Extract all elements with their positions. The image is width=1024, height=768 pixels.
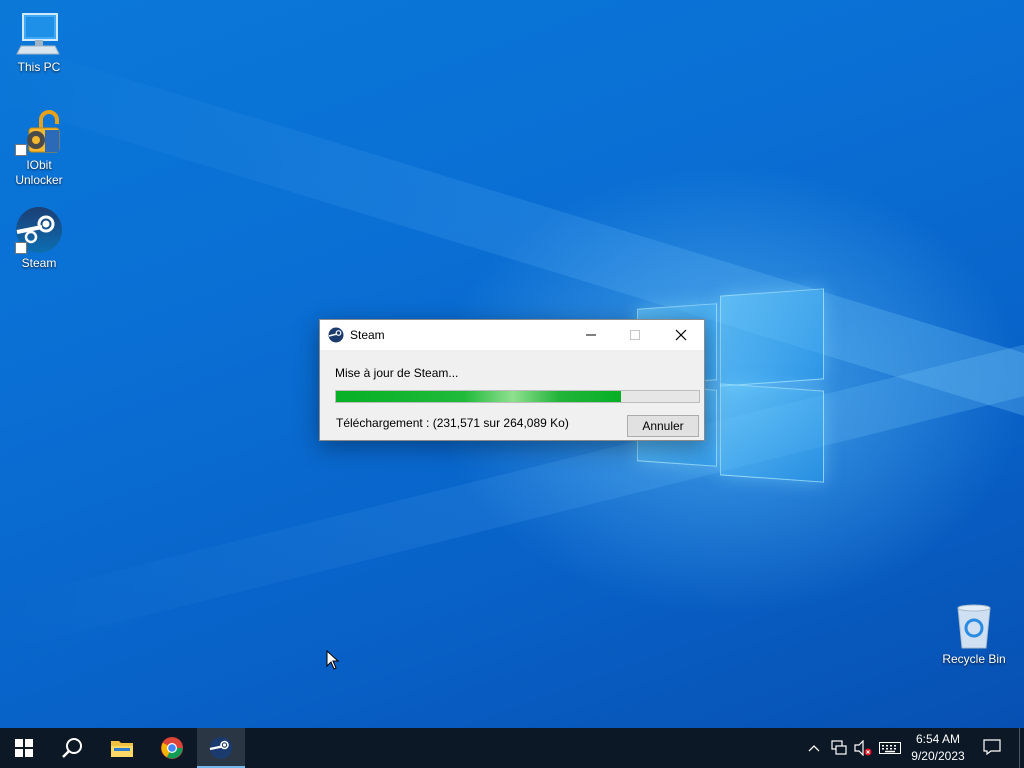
desktop-icon-recycle-bin[interactable]: Recycle Bin — [936, 602, 1012, 667]
system-clock[interactable]: 6:54 AM 9/20/2023 — [906, 731, 970, 765]
download-progress-bar — [335, 390, 700, 403]
steam-icon — [15, 206, 63, 254]
desktop-icon-label: IObit Unlocker — [15, 158, 63, 187]
download-progress-fill — [336, 391, 621, 402]
network-icon[interactable] — [829, 740, 849, 756]
desktop-icon-steam[interactable]: Steam — [1, 206, 77, 271]
computer-icon — [15, 10, 63, 58]
download-progress-text: Téléchargement : (231,571 sur 264,089 Ko… — [336, 416, 569, 430]
start-button[interactable] — [0, 728, 48, 768]
minimize-icon — [585, 334, 596, 336]
taskbar-steam[interactable] — [197, 728, 245, 768]
recycle-bin-icon — [950, 602, 998, 650]
shortcut-arrow-icon — [15, 144, 27, 156]
close-icon — [675, 329, 686, 341]
start-icon — [15, 739, 33, 757]
desktop-icon-this-pc[interactable]: This PC — [1, 10, 77, 75]
file-explorer-icon — [111, 741, 133, 757]
chevron-up-icon[interactable] — [806, 740, 822, 756]
taskbar-chrome[interactable] — [148, 728, 196, 768]
maximize-icon — [629, 330, 640, 340]
search-icon — [62, 738, 82, 758]
steam-icon — [328, 327, 344, 343]
dialog-body: Mise à jour de Steam... Téléchargement :… — [320, 350, 704, 440]
steam-icon — [209, 737, 232, 759]
shortcut-arrow-icon — [15, 242, 27, 254]
desktop-icon-label: Recycle Bin — [942, 652, 1006, 666]
update-status-text: Mise à jour de Steam... — [335, 366, 459, 380]
maximize-button — [612, 320, 657, 350]
taskbar: 6:54 AM 9/20/2023 — [0, 728, 1024, 768]
dialog-titlebar[interactable]: Steam — [320, 320, 704, 350]
chrome-icon — [161, 737, 183, 759]
search-button[interactable] — [48, 728, 96, 768]
clock-date: 9/20/2023 — [911, 749, 965, 763]
desktop-icon-label: Steam — [21, 256, 57, 270]
dialog-title: Steam — [350, 328, 385, 342]
desktop-icon-label: This PC — [17, 60, 61, 74]
unlocker-icon — [15, 108, 63, 156]
show-desktop-button[interactable] — [1019, 728, 1024, 768]
close-button[interactable] — [658, 320, 703, 350]
desktop-icon-iobit-unlocker[interactable]: IObit Unlocker — [1, 108, 77, 188]
minimize-button[interactable] — [568, 320, 613, 350]
steam-update-dialog: Steam Mise à jour de Steam... Télécharge… — [319, 319, 705, 441]
desktop: This PC IObit Unlocker Steam Recycle Bin… — [0, 0, 1024, 728]
clock-time: 6:54 AM — [915, 732, 961, 746]
taskbar-file-explorer[interactable] — [98, 728, 146, 768]
keyboard-icon[interactable] — [878, 740, 902, 756]
volume-muted-icon[interactable] — [853, 740, 873, 756]
mouse-cursor-icon — [326, 649, 340, 675]
notification-icon[interactable] — [982, 739, 1002, 755]
cancel-button[interactable]: Annuler — [627, 415, 699, 437]
